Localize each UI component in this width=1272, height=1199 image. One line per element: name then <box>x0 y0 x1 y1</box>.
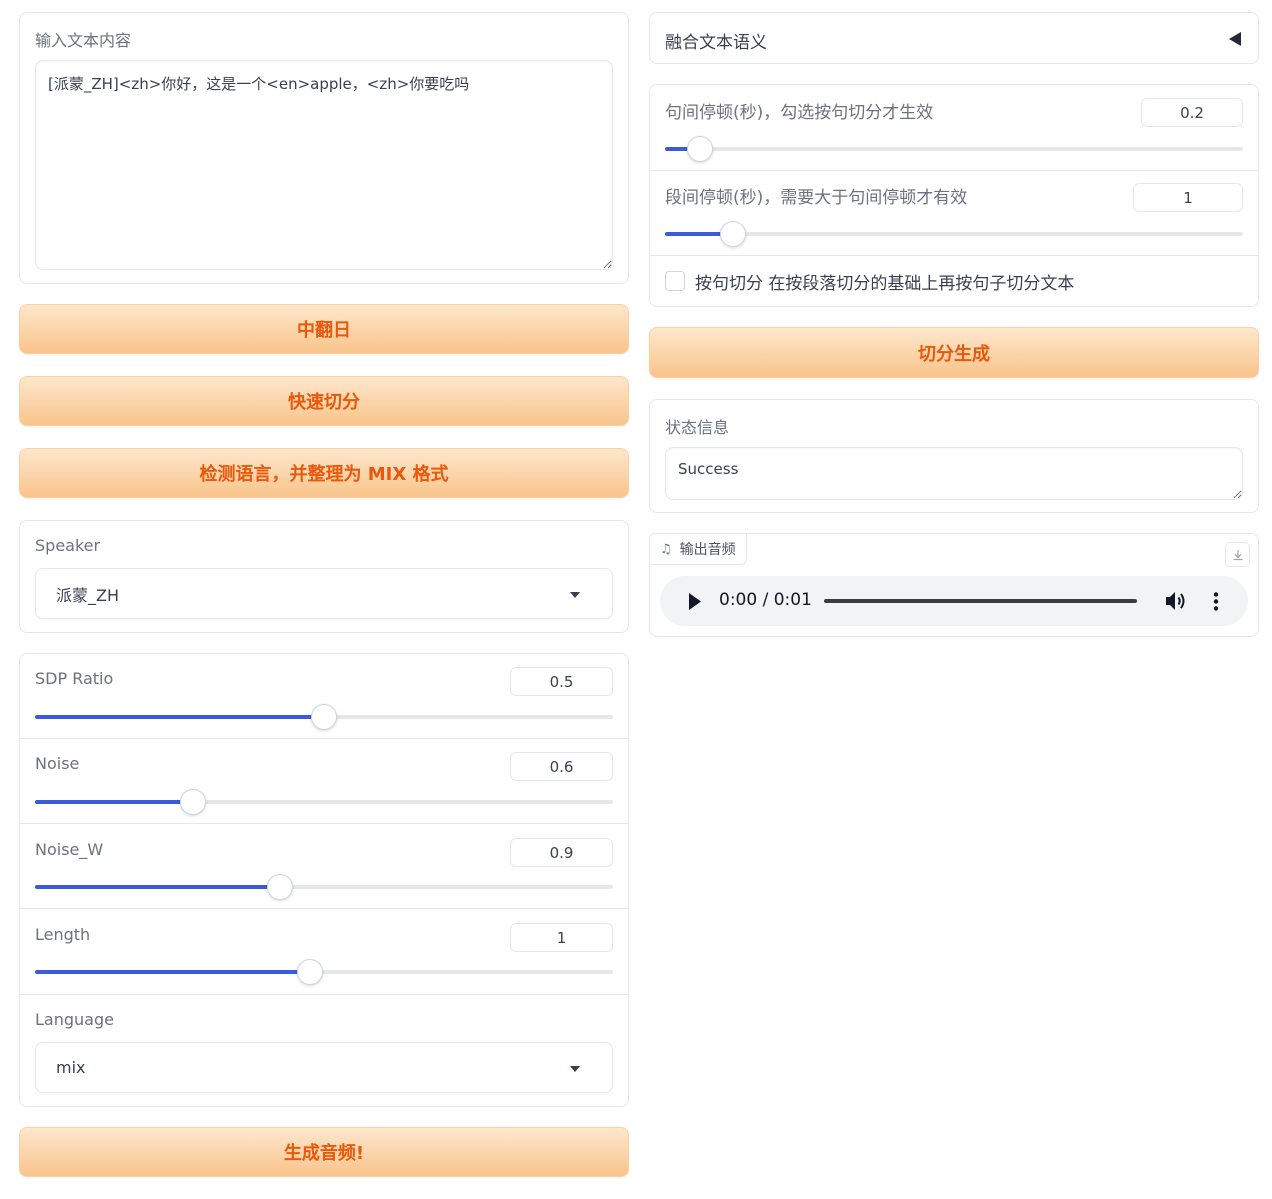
language-label: Language <box>35 1010 114 1029</box>
input-text-label: 输入文本内容 <box>35 31 132 50</box>
detect-language-button[interactable]: 检测语言，并整理为 MIX 格式 <box>19 448 629 498</box>
sentence-split-checkbox[interactable] <box>665 271 685 291</box>
noise-slider[interactable] <box>35 789 613 815</box>
slider-thumb[interactable] <box>686 136 713 162</box>
params-panel: SDP Ratio 0.5 Noise 0.6 Noise_W 0.9 Leng… <box>19 653 629 1107</box>
input-text-panel: 输入文本内容 <box>19 12 629 284</box>
noise-label: Noise <box>35 754 80 773</box>
divider <box>650 255 1258 256</box>
audio-progress-bar[interactable] <box>824 599 1137 603</box>
translate-button[interactable]: 中翻日 <box>19 304 629 354</box>
generate-audio-button[interactable]: 生成音频! <box>19 1127 629 1177</box>
download-icon <box>1233 549 1242 560</box>
play-icon[interactable] <box>688 593 702 610</box>
split-generate-button[interactable]: 切分生成 <box>649 327 1259 378</box>
divider <box>650 170 1258 171</box>
speaker-value: 派蒙_ZH <box>56 585 119 605</box>
music-note-icon: ♫ <box>660 541 672 557</box>
noise-w-input[interactable]: 0.9 <box>510 838 613 867</box>
pause-panel: 句间停顿(秒)，勾选按句切分才生效 0.2 段间停顿(秒)，需要大于句间停顿才有… <box>649 84 1259 307</box>
fusion-accordion[interactable]: 融合文本语义 <box>649 12 1259 64</box>
divider <box>20 823 628 824</box>
paragraph-pause-input[interactable]: 1 <box>1133 183 1243 212</box>
paragraph-pause-label: 段间停顿(秒)，需要大于句间停顿才有效 <box>665 188 968 208</box>
noise-w-slider[interactable] <box>35 874 613 900</box>
fusion-label: 融合文本语义 <box>665 33 767 53</box>
divider <box>20 738 628 739</box>
slider-thumb[interactable] <box>267 874 294 900</box>
slider-fill <box>35 715 324 719</box>
slider-thumb[interactable] <box>179 789 206 815</box>
audio-time: 0:00 / 0:01 <box>719 590 812 610</box>
sentence-pause-label: 句间停顿(秒)，勾选按句切分才生效 <box>665 103 934 123</box>
input-text-field[interactable] <box>35 60 613 270</box>
chevron-down-icon <box>570 591 580 598</box>
collapse-triangle-icon[interactable] <box>1229 32 1241 46</box>
sdp-ratio-slider[interactable] <box>35 704 613 730</box>
speaker-label: Speaker <box>35 536 101 555</box>
slider-thumb[interactable] <box>719 221 746 247</box>
speaker-panel: Speaker 派蒙_ZH <box>19 520 629 633</box>
sdp-ratio-input[interactable]: 0.5 <box>510 667 613 696</box>
paragraph-pause-slider[interactable] <box>665 221 1243 247</box>
audio-tag: ♫ 输出音频 <box>649 533 747 565</box>
sentence-split-label: 按句切分 在按段落切分的基础上再按句子切分文本 <box>695 274 1075 294</box>
length-slider[interactable] <box>35 959 613 985</box>
noise-w-label: Noise_W <box>35 840 104 859</box>
status-label: 状态信息 <box>665 418 730 437</box>
slider-fill <box>35 970 310 974</box>
volume-icon[interactable] <box>1165 591 1187 611</box>
noise-input[interactable]: 0.6 <box>510 752 613 781</box>
status-panel: 状态信息 <box>649 399 1259 513</box>
divider <box>20 908 628 909</box>
download-button[interactable] <box>1225 542 1250 567</box>
divider <box>20 994 628 995</box>
audio-label: 输出音频 <box>679 542 736 558</box>
length-input[interactable]: 1 <box>510 923 613 952</box>
length-label: Length <box>35 925 91 944</box>
status-field[interactable] <box>665 447 1243 500</box>
slider-fill <box>35 885 281 889</box>
speaker-dropdown[interactable]: 派蒙_ZH <box>35 568 613 619</box>
more-options-icon[interactable] <box>1213 592 1219 611</box>
slider-fill <box>35 800 193 804</box>
sdp-ratio-label: SDP Ratio <box>35 669 114 688</box>
quick-split-button[interactable]: 快速切分 <box>19 376 629 426</box>
language-dropdown[interactable]: mix <box>35 1042 613 1093</box>
chevron-down-icon <box>570 1065 580 1072</box>
slider-thumb[interactable] <box>311 704 337 730</box>
audio-panel: ♫ 输出音频 0:00 / 0:01 <box>649 533 1259 637</box>
audio-player[interactable]: 0:00 / 0:01 <box>660 576 1248 626</box>
slider-thumb[interactable] <box>296 959 323 985</box>
sentence-pause-slider[interactable] <box>665 136 1243 162</box>
language-value: mix <box>56 1058 86 1077</box>
sentence-pause-input[interactable]: 0.2 <box>1141 98 1243 127</box>
